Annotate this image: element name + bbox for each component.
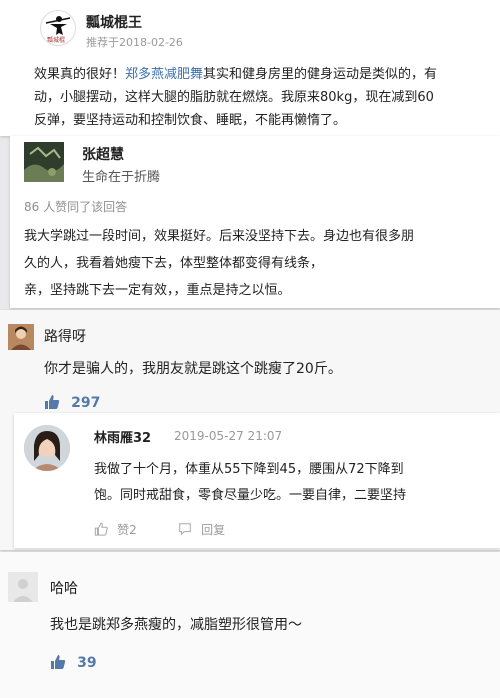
- svg-text:瓢城棍: 瓢城棍: [47, 36, 65, 44]
- comment-bubble-icon: [179, 523, 191, 536]
- answer-text-line-1: 我大学跳过一段时间，效果挺好。后来没坚持下去。身边也有很多朋: [24, 229, 415, 244]
- comment-text: 其实和健身房里的健身运动是类似的，有: [203, 67, 438, 82]
- author-name[interactable]: 张超慧: [82, 144, 124, 164]
- answer-card: 张超慧 生命在于折腾 86 人赞同了该回答 我大学跳过一段时间，效果挺好。后来没…: [10, 136, 500, 308]
- like-button[interactable]: 297: [44, 392, 100, 412]
- author-name[interactable]: 路得呀: [44, 326, 86, 346]
- thumbs-up-icon: [45, 395, 60, 409]
- author-name[interactable]: 林雨雁32: [94, 427, 151, 446]
- avatar[interactable]: [24, 142, 64, 182]
- thumbs-up-icon: [51, 655, 66, 669]
- comment-card-1: 瓢城棍 瓢城棍王 推荐于2018-02-26 效果真的很好！郑多燕减肥舞其实和健…: [0, 0, 500, 136]
- reply-like-button[interactable]: 赞2: [94, 519, 137, 538]
- post-date: 推荐于2018-02-26: [86, 36, 183, 49]
- reply-card: 林雨雁32 2019-05-27 21:07 我做了十个月，体重从55下降到45…: [14, 413, 500, 548]
- reply-like-label: 赞2: [117, 523, 137, 537]
- avatar[interactable]: 瓢城棍: [40, 10, 76, 46]
- answer-text-line-3: 亲，坚持跳下去一定有效，，重点是持之以恒。: [24, 283, 291, 298]
- avatar[interactable]: [8, 324, 34, 350]
- author-name[interactable]: 瓢城棍王: [86, 12, 142, 32]
- reply-button[interactable]: 回复: [178, 519, 225, 538]
- like-button[interactable]: 39: [50, 652, 97, 671]
- comment-text: 效果真的很好！: [34, 67, 126, 82]
- reply-text-line-1: 我做了十个月，体重从55下降到45，腰围从72下降到: [94, 462, 404, 477]
- like-count: 39: [77, 655, 97, 671]
- keyword-link[interactable]: 郑多燕减肥舞: [125, 67, 203, 82]
- comment-card-5: 哈哈 我也是跳郑多燕瘦的，减脂塑形很管用～ 39: [0, 552, 500, 698]
- reply-datetime: 2019-05-27 21:07: [174, 429, 283, 443]
- author-name[interactable]: 哈哈: [50, 578, 78, 598]
- reply-text-line-2: 饱。同时戒甜食，零食尽量少吃。一要自律，二要坚持: [94, 488, 407, 503]
- comment-text-line-2: 动，小腿摆动，这样大腿的脂肪就在燃烧。我原来80kg，现在减到60: [34, 90, 434, 105]
- thumbs-up-outline-icon: [94, 522, 108, 536]
- avatar[interactable]: [8, 572, 38, 602]
- likes-summary: 86 人赞同了该回答: [24, 200, 128, 214]
- avatar[interactable]: [24, 425, 70, 471]
- reply-button-label: 回复: [201, 523, 226, 537]
- comment-text-line-3: 反弹，要坚持运动和控制饮食、睡眠，不能再懒惰了。: [34, 113, 347, 128]
- answer-text-line-2: 久的人，我看着她瘦下去，体型整体都变得有线条，: [24, 256, 324, 271]
- comment-text-line-1: 效果真的很好！郑多燕减肥舞其实和健身房里的健身运动是类似的，有: [34, 64, 437, 86]
- comment-text: 我也是跳郑多燕瘦的，减脂塑形很管用～: [50, 617, 302, 633]
- like-count: 297: [71, 395, 101, 411]
- author-bio: 生命在于折腾: [82, 170, 161, 185]
- comment-text: 你才是骗人的，我朋友就是跳这个跳瘦了20斤。: [44, 361, 342, 377]
